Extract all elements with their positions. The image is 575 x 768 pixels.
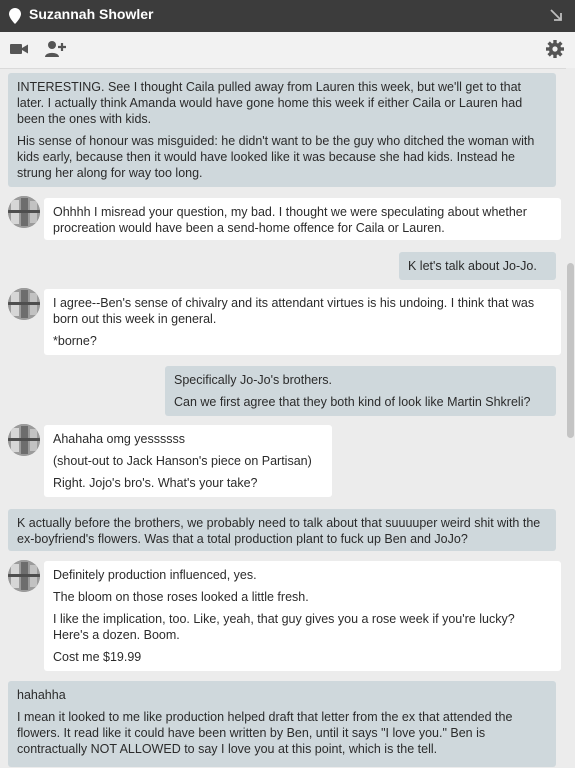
scrollbar[interactable] <box>566 68 575 768</box>
message-text: I agree--Ben's sense of chivalry and its… <box>53 296 535 326</box>
add-person-icon[interactable] <box>45 40 67 58</box>
scrollbar-thumb[interactable] <box>567 263 574 438</box>
message-list[interactable]: INTERESTING. See I thought Caila pulled … <box>0 68 575 768</box>
incoming-message: Ohhhh I misread your question, my bad. I… <box>44 198 561 240</box>
chat-toolbar <box>0 32 575 69</box>
message-text: I mean it looked to me like production h… <box>17 710 513 756</box>
message-text: Can we first agree that they both kind o… <box>174 395 531 409</box>
message-text: His sense of honour was misguided: he di… <box>17 134 535 180</box>
video-camera-icon[interactable] <box>9 40 29 58</box>
message-text: Ohhhh I misread your question, my bad. I… <box>53 205 527 235</box>
location-pin-icon <box>9 8 21 24</box>
window-title: Suzannah Showler <box>29 6 154 22</box>
outgoing-message: K let's talk about Jo-Jo. <box>399 252 556 280</box>
message-text: hahahha <box>17 688 66 702</box>
outgoing-message: K actually before the brothers, we proba… <box>8 509 556 551</box>
avatar <box>8 560 40 592</box>
gear-icon[interactable] <box>546 40 564 58</box>
avatar <box>8 288 40 320</box>
message-text: I like the implication, too. Like, yeah,… <box>53 612 515 642</box>
avatar <box>8 424 40 456</box>
message-text: Right. Jojo's bro's. What's your take? <box>53 476 258 490</box>
message-text: (shout-out to Jack Hanson's piece on Par… <box>53 454 312 468</box>
message-text: Cost me $19.99 <box>53 650 142 664</box>
title-bar: Suzannah Showler <box>0 0 575 32</box>
outgoing-message: INTERESTING. See I thought Caila pulled … <box>8 73 556 187</box>
outgoing-message: Specifically Jo-Jo's brothers. Can we fi… <box>165 366 556 416</box>
message-text: K let's talk about Jo-Jo. <box>408 259 537 273</box>
popout-arrow-icon[interactable] <box>550 9 563 22</box>
message-text: Definitely production influenced, yes. <box>53 568 257 582</box>
message-text: The bloom on those roses looked a little… <box>53 590 309 604</box>
message-text: K actually before the brothers, we proba… <box>17 516 541 546</box>
incoming-message: Ahahaha omg yessssss (shout-out to Jack … <box>44 425 332 497</box>
incoming-message: Definitely production influenced, yes. T… <box>44 561 561 671</box>
avatar <box>8 196 40 228</box>
message-text: Ahahaha omg yessssss <box>53 432 186 446</box>
message-text: Specifically Jo-Jo's brothers. <box>174 373 333 387</box>
message-text: *borne? <box>53 334 97 348</box>
outgoing-message: hahahha I mean it looked to me like prod… <box>8 681 556 767</box>
incoming-message: I agree--Ben's sense of chivalry and its… <box>44 289 561 355</box>
message-text: INTERESTING. See I thought Caila pulled … <box>17 80 523 126</box>
